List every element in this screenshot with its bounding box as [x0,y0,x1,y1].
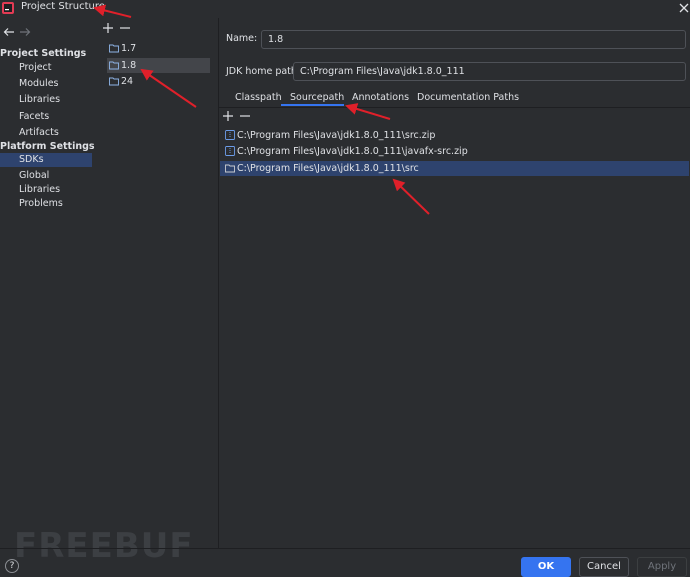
close-icon[interactable] [678,2,690,14]
sdk-folder-icon [109,61,119,70]
jdk-home-path-label: JDK home path: [226,66,301,77]
forward-arrow-icon[interactable] [18,25,32,39]
tab-divider [219,107,690,108]
add-path-icon[interactable] [222,110,234,122]
tab-documentation-paths[interactable]: Documentation Paths [417,92,519,106]
sidebar-item-facets[interactable]: Facets [0,110,92,124]
remove-sdk-icon[interactable] [119,22,131,34]
sourcepath-text: C:\Program Files\Java\jdk1.8.0_111\src [237,163,419,174]
sdk-item-1-7[interactable]: 1.7 [107,41,210,56]
tab-classpath[interactable]: Classpath [235,92,282,106]
active-tab-indicator [281,104,344,106]
sidebar-item-project[interactable]: Project [0,61,92,75]
window-title: Project Structure [21,1,105,12]
sdk-item-24[interactable]: 24 [107,74,210,89]
sourcepath-item[interactable]: C:\Program Files\Java\jdk1.8.0_111\javaf… [220,144,689,159]
remove-path-icon[interactable] [239,110,251,122]
help-icon[interactable]: ? [5,559,19,573]
sdk-item-label: 24 [121,76,134,87]
sourcepath-text: C:\Program Files\Java\jdk1.8.0_111\javaf… [237,146,468,157]
project-settings-heading: Project Settings [0,48,87,59]
sdk-item-label: 1.8 [121,60,137,71]
dialog-footer-divider [0,548,690,549]
sidebar-item-artifacts[interactable]: Artifacts [0,126,92,140]
platform-settings-heading: Platform Settings [0,141,95,152]
sdk-folder-icon [109,44,119,53]
sdk-folder-icon [109,77,119,86]
sdk-list-panel [98,18,219,548]
jdk-home-path-field[interactable] [293,62,686,81]
apply-button[interactable]: Apply [637,557,687,577]
ok-button[interactable]: OK [521,557,571,577]
folder-icon [225,164,235,173]
sdk-name-field[interactable] [261,30,686,49]
cancel-button[interactable]: Cancel [579,557,629,577]
sidebar-item-libraries[interactable]: Libraries [0,93,92,107]
sourcepath-item-selected[interactable]: C:\Program Files\Java\jdk1.8.0_111\src [220,161,689,176]
sidebar-item-sdks[interactable]: SDKs [0,153,92,167]
intellij-app-icon [2,2,14,14]
add-sdk-icon[interactable] [102,22,114,34]
archive-icon [225,130,235,140]
sdk-item-label: 1.7 [121,43,137,54]
watermark-logo: FREEBUF [14,526,194,566]
sidebar-item-modules[interactable]: Modules [0,77,92,91]
sidebar-item-global-libraries[interactable]: Global Libraries [0,169,92,195]
tab-annotations[interactable]: Annotations [352,92,409,106]
archive-icon [225,146,235,156]
back-arrow-icon[interactable] [2,25,16,39]
name-label: Name: [226,33,258,44]
sdk-item-1-8[interactable]: 1.8 [107,58,210,73]
sourcepath-item[interactable]: C:\Program Files\Java\jdk1.8.0_111\src.z… [220,128,689,143]
sourcepath-text: C:\Program Files\Java\jdk1.8.0_111\src.z… [237,130,436,141]
sidebar-item-problems[interactable]: Problems [0,197,92,211]
